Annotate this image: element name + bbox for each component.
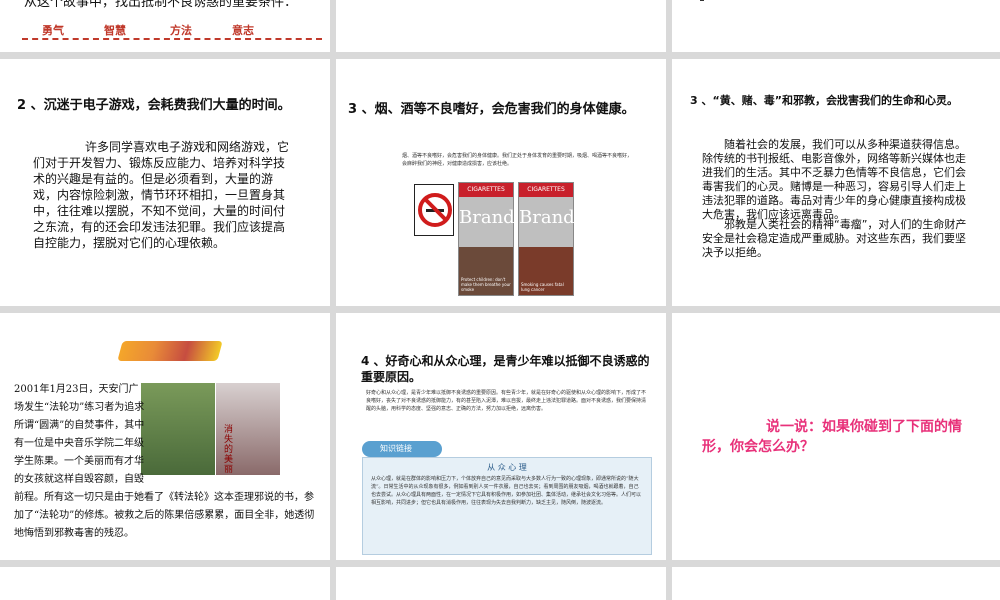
- answer-will: 意志: [232, 24, 254, 37]
- knowledge-link-badge: 知识链接: [362, 441, 442, 457]
- slide-4[interactable]: 2 、沉迷于电子游戏，会耗费我们大量的时间。 许多同学喜欢电子游戏和网络游戏，它…: [0, 59, 330, 306]
- conformity-box-text: 从众心理，就是在群体的影响和压力下，个体放弃自己的意见而采取与大多数人行为一致的…: [371, 476, 642, 506]
- slide-6[interactable]: 3 、“黄、赌、毒”和邪教，会戕害我们的生命和心灵。 随着社会的发展，我们可以从…: [672, 59, 1000, 306]
- cigarette-pack-1: CIGARETTES Brand Protect children: don't…: [458, 182, 515, 296]
- slide-10[interactable]: [0, 567, 330, 600]
- pack-warning: Protect children: don't make them breath…: [461, 277, 511, 292]
- slide-6-title: 3 、“黄、赌、毒”和邪教，会戕害我们的生命和心灵。: [690, 94, 958, 107]
- slide-8-title: 4 、好奇心和从众心理，是青少年难以抵御不良诱惑的重要原因。: [361, 354, 650, 384]
- pack-band: CIGARETTES: [459, 183, 513, 197]
- slide-2[interactable]: [336, 0, 666, 52]
- conformity-box: 从 众 心 理 从众心理，就是在群体的影响和压力下，个体放弃自己的意见而采取与大…: [362, 457, 652, 555]
- story-text: 2001年1月23日，天安门广场发生“法轮功”练习者为追求所谓“圆满”的自焚事件…: [14, 384, 315, 539]
- slide-8[interactable]: 4 、好奇心和从众心理，是青少年难以抵御不良诱惑的重要原因。 好奇心和从众心理，…: [336, 313, 666, 560]
- slide-4-title: 2 、沉迷于电子游戏，会耗费我们大量的时间。: [17, 98, 291, 113]
- slide-4-body: 许多同学喜欢电子游戏和网络游戏，它们对于开发智力、锻炼反应能力、培养对科学技术的…: [33, 140, 290, 250]
- slide-9[interactable]: 说一说：如果你碰到了下面的情形，你会怎么办？: [672, 313, 1000, 560]
- slide-8-para: 好奇心和从众心理，是青少年难以抵御不良诱惑的重要原因。有些青少年，就是在好奇心的…: [366, 390, 647, 412]
- no-smoking-icon: [418, 193, 452, 227]
- slide-12[interactable]: [672, 567, 1000, 600]
- answer-courage: 勇气: [42, 24, 64, 37]
- pack-band: CIGARETTES: [519, 183, 573, 197]
- discussion-prompt: 说一说：如果你碰到了下面的情形，你会怎么办？: [702, 419, 962, 455]
- answer-wisdom: 智慧: [104, 24, 126, 37]
- cigarette-pack-2: CIGARETTES Brand Smoking causes fatal lu…: [518, 182, 575, 296]
- slide-5[interactable]: 3 、烟、酒等不良嗜好，会危害我们的身体健康。 烟、酒等不良嗜好，会危害我们的身…: [336, 59, 666, 306]
- slide-5-caption: 烟、酒等不良嗜好，会危害我们的身体健康。我们正处于身体发育的重要时期，吸烟、喝酒…: [402, 153, 633, 167]
- text-fragment: [700, 0, 704, 1]
- knowledge-link-label: 知识链接: [380, 444, 412, 453]
- slide-1[interactable]: 从这个故事中，找出抵制不良诱惑的重要条件： 勇气 智慧 方法 意志: [0, 0, 330, 52]
- slide-1-question: 从这个故事中，找出抵制不良诱惑的重要条件：: [24, 0, 298, 10]
- slide-6-para-1: 随着社会的发展，我们可以从多种渠道获得信息。除传统的书刊报纸、电影音像外，网络等…: [702, 138, 966, 221]
- slide-3[interactable]: [672, 0, 1000, 52]
- dashed-divider: [22, 38, 322, 40]
- pack-warning: Smoking causes fatal lung cancer: [521, 282, 564, 292]
- slide-6-para-2: 邪教是人类社会的精神“毒瘤”，对人们的生命财产安全是社会稳定造成严重威胁。对这些…: [702, 218, 967, 259]
- conformity-box-title: 从 众 心 理: [487, 463, 527, 472]
- pack-brand: Brand: [459, 207, 515, 228]
- slide-11[interactable]: [336, 567, 666, 600]
- answer-method: 方法: [170, 24, 192, 37]
- flame-title-graphic: [117, 341, 223, 361]
- slide-5-title: 3 、烟、酒等不良嗜好，会危害我们的身体健康。: [348, 102, 635, 117]
- slide-7[interactable]: 消失的美丽 2001年1月23日，天安门广场发生“法轮功”练习者为追求所谓“圆满…: [0, 313, 330, 560]
- no-smoking-sign: [414, 184, 454, 236]
- pack-brand: Brand: [519, 207, 575, 228]
